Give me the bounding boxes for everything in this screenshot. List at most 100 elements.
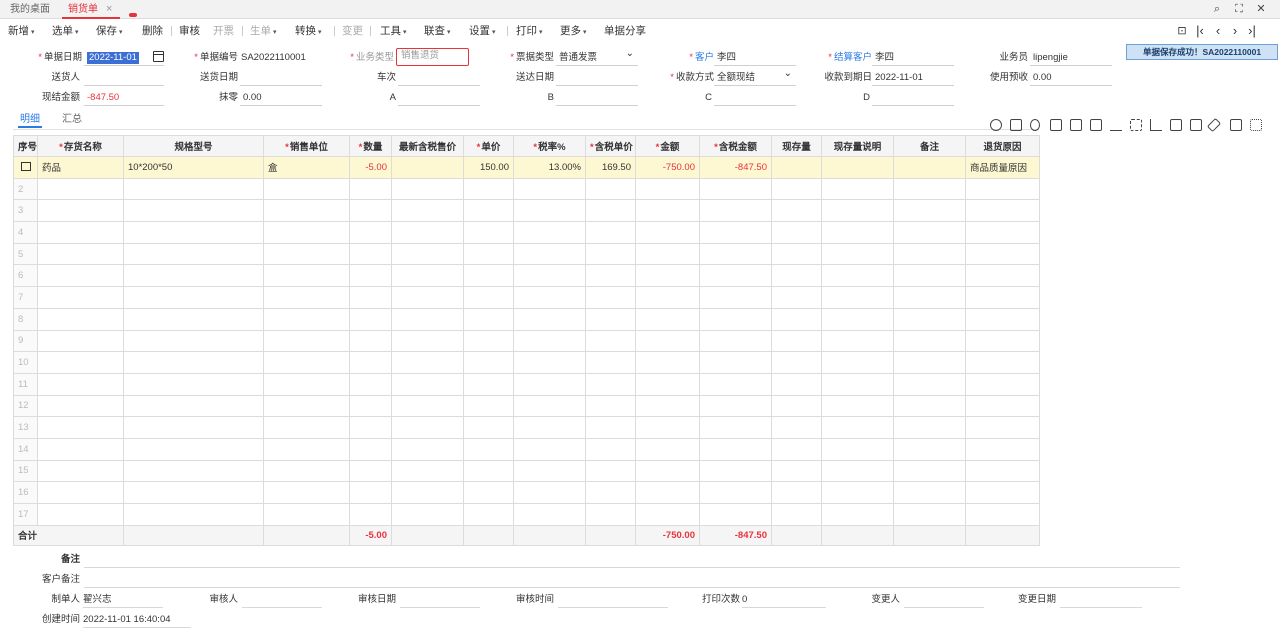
- tab-sales-order[interactable]: 销货单 ×: [62, 0, 120, 19]
- col-remark[interactable]: 备注: [893, 135, 966, 157]
- convert-button[interactable]: 转换 ▾: [295, 21, 322, 41]
- col-unit[interactable]: *销售单位: [263, 135, 350, 157]
- scan-icon[interactable]: [1010, 119, 1022, 131]
- save-button[interactable]: 保存 ▾: [96, 21, 123, 41]
- col-price[interactable]: *单价: [463, 135, 514, 157]
- last-record-icon[interactable]: ›|: [1245, 21, 1259, 41]
- cell-return-reason[interactable]: 商品质量原因: [965, 156, 1040, 179]
- table-row[interactable]: 16: [13, 481, 1040, 504]
- customer-label[interactable]: * 客户: [660, 50, 714, 66]
- linked-query-button[interactable]: 联查 ▾: [424, 21, 451, 41]
- cell-stock-note[interactable]: [821, 156, 894, 179]
- customer-remark-field[interactable]: [84, 587, 1180, 588]
- col-amount[interactable]: *金额: [635, 135, 700, 157]
- table-row[interactable]: 9: [13, 329, 1040, 353]
- copy-row-icon[interactable]: [1050, 119, 1062, 131]
- col-spec[interactable]: 规格型号: [123, 135, 264, 157]
- cell-spec[interactable]: 10*200*50: [123, 156, 264, 179]
- cell-remark[interactable]: [893, 156, 966, 179]
- col-tax-price[interactable]: *含税单价: [585, 135, 636, 157]
- table-row[interactable]: 6: [13, 264, 1040, 288]
- print-button[interactable]: 打印 ▾: [516, 21, 543, 41]
- pay-method-select[interactable]: 全额现结: [714, 70, 796, 86]
- home-icon[interactable]: [1230, 119, 1242, 131]
- col-qty[interactable]: *数量: [349, 135, 392, 157]
- deliverer-field[interactable]: [84, 70, 164, 86]
- more-button[interactable]: 更多 ▾: [560, 21, 587, 41]
- first-record-icon[interactable]: |‹: [1193, 21, 1207, 41]
- cell-unit[interactable]: 盒: [263, 156, 350, 179]
- table-row[interactable]: 12: [13, 394, 1040, 418]
- select-button[interactable]: 选单 ▾: [52, 21, 79, 41]
- col-stock[interactable]: 现存量: [771, 135, 822, 157]
- salesman-field[interactable]: lipengjie: [1030, 50, 1112, 66]
- col-item-name[interactable]: *存货名称: [37, 135, 124, 157]
- col-return-reason[interactable]: 退货原因: [965, 135, 1040, 157]
- discount-field[interactable]: 0.00: [240, 90, 322, 106]
- table-row[interactable]: 11: [13, 372, 1040, 396]
- find-doc-icon[interactable]: ⊡: [1175, 21, 1189, 41]
- cell-stock[interactable]: [771, 156, 822, 179]
- delivery-date-field[interactable]: [240, 70, 322, 86]
- business-type-field[interactable]: 销售退货: [396, 48, 469, 66]
- table-row[interactable]: 5: [13, 242, 1040, 266]
- tab-detail[interactable]: 明细: [18, 112, 42, 128]
- settle-customer-field[interactable]: 李四: [872, 50, 954, 66]
- table-row[interactable]: 7: [13, 286, 1040, 309]
- change-button[interactable]: 变更: [342, 21, 363, 41]
- cell-item-name[interactable]: 药品: [37, 156, 124, 179]
- chart-icon[interactable]: [1150, 119, 1162, 131]
- share-button[interactable]: 单据分享: [604, 21, 646, 41]
- col-tax-amount[interactable]: *含税金额: [699, 135, 772, 157]
- cash-amount-field[interactable]: -847.50: [84, 90, 164, 106]
- generate-button[interactable]: 生单 ▾: [250, 21, 277, 41]
- table-row[interactable]: 17: [13, 503, 1040, 526]
- table-row[interactable]: 药品 10*200*50 盒 -5.00 150.00 13.00% 169.5…: [13, 156, 1040, 179]
- settings-button[interactable]: 设置 ▾: [469, 21, 496, 41]
- row-menu-icon[interactable]: [13, 156, 38, 179]
- table-row[interactable]: 15: [13, 459, 1040, 483]
- custom-d-field[interactable]: [872, 90, 954, 106]
- table-row[interactable]: 13: [13, 416, 1040, 439]
- arrival-date-field[interactable]: [556, 70, 638, 86]
- paste-icon[interactable]: [1070, 119, 1082, 131]
- cell-amount[interactable]: -750.00: [635, 156, 700, 179]
- split-icon[interactable]: [1130, 119, 1142, 131]
- invoice-button[interactable]: 开票: [213, 21, 234, 41]
- cell-price[interactable]: 150.00: [463, 156, 514, 179]
- search-icon[interactable]: ⌕: [1209, 1, 1225, 17]
- table-row[interactable]: 4: [13, 221, 1040, 244]
- bill-type-select[interactable]: 普通发票: [556, 50, 638, 66]
- expand-icon[interactable]: [1250, 119, 1262, 131]
- cell-tax-amount[interactable]: -847.50: [699, 156, 772, 179]
- new-button[interactable]: 新增 ▾: [8, 21, 35, 41]
- prev-record-icon[interactable]: ‹: [1211, 21, 1225, 41]
- delete-button[interactable]: 删除: [142, 21, 163, 41]
- tab-home[interactable]: 我的桌面: [10, 0, 50, 19]
- cell-latest-price[interactable]: [391, 156, 464, 179]
- custom-a-field[interactable]: [398, 90, 480, 106]
- table-row[interactable]: 2: [13, 177, 1040, 201]
- export-icon[interactable]: [1170, 119, 1182, 131]
- table-row[interactable]: 3: [13, 199, 1040, 223]
- use-advance-field[interactable]: 0.00: [1030, 70, 1112, 86]
- pin-icon[interactable]: [1030, 119, 1040, 131]
- close-window-icon[interactable]: ✕: [1253, 1, 1269, 17]
- tab-close-icon[interactable]: ×: [106, 0, 112, 19]
- import-icon[interactable]: [1190, 119, 1202, 131]
- table-row[interactable]: 14: [13, 437, 1040, 461]
- col-latest-price[interactable]: 最新含税售价: [391, 135, 464, 157]
- table-row[interactable]: 8: [13, 307, 1040, 331]
- tag-icon[interactable]: [1206, 117, 1222, 133]
- fullscreen-icon[interactable]: ⛶: [1231, 1, 1247, 17]
- doc-date-field[interactable]: 2022-11-01: [84, 50, 164, 66]
- filter-icon[interactable]: [1110, 119, 1122, 131]
- due-date-field[interactable]: 2022-11-01: [872, 70, 954, 86]
- customer-field[interactable]: 李四: [714, 50, 796, 66]
- cell-qty[interactable]: -5.00: [349, 156, 392, 179]
- col-tax-rate[interactable]: *税率%: [513, 135, 586, 157]
- tools-button[interactable]: 工具 ▾: [380, 21, 407, 41]
- cell-tax-price[interactable]: 169.50: [585, 156, 636, 179]
- cell-tax-rate[interactable]: 13.00%: [513, 156, 586, 179]
- vehicle-field[interactable]: [398, 70, 480, 86]
